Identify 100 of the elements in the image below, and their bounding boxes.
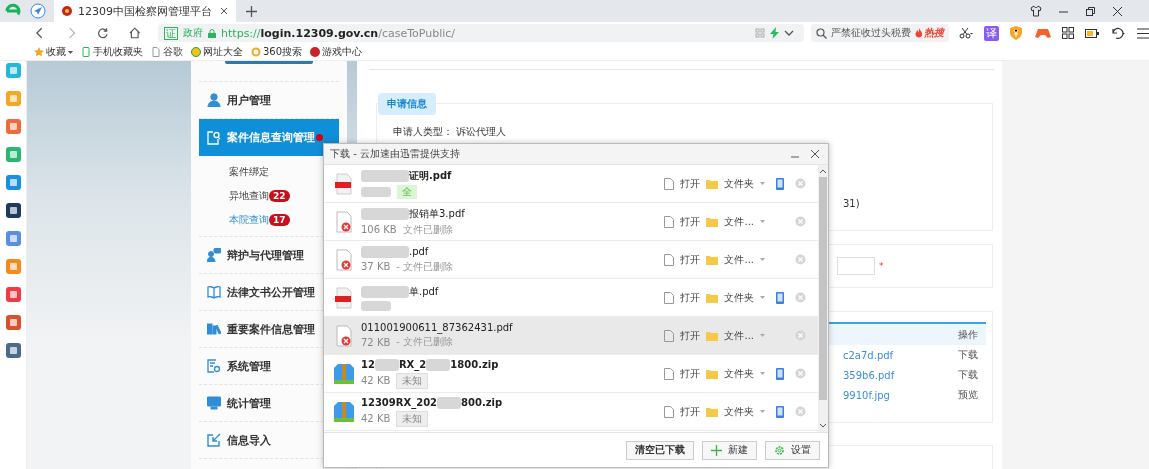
person-icon: [207, 93, 221, 107]
bookmark-link[interactable]: 游戏中心: [310, 45, 363, 59]
section-tag: 申请信息: [378, 93, 436, 115]
folder-link[interactable]: 文件...: [724, 252, 754, 267]
download-item[interactable]: 报销单3.pdf 106 KB 文件已删除 打开 文件...: [324, 203, 818, 241]
open-link[interactable]: 打开: [680, 404, 700, 419]
qr-code-icon[interactable]: [754, 28, 765, 38]
folder-link[interactable]: 文件夹: [724, 366, 754, 381]
clear-button[interactable]: 清空已下载: [626, 440, 694, 460]
bookmark-link[interactable]: 网址大全: [191, 45, 243, 59]
caret-icon[interactable]: [760, 296, 765, 299]
chat-person-icon: [207, 248, 221, 262]
bookmark-link[interactable]: 手机收藏夹: [81, 45, 143, 59]
download-item[interactable]: 单.pdf 打开 文件夹: [324, 279, 818, 317]
action-link[interactable]: 下载: [958, 368, 982, 382]
action-link[interactable]: 下载: [958, 348, 982, 362]
caret-icon[interactable]: [760, 372, 765, 375]
folder-icon: [706, 292, 718, 303]
caret-icon[interactable]: [760, 410, 765, 413]
browser-tab[interactable]: 12309中国检察网管理平台: [54, 0, 236, 22]
bookmark-link[interactable]: 收藏: [34, 45, 73, 59]
scissors-icon[interactable]: [958, 27, 973, 39]
document-icon: [664, 291, 674, 304]
folder-link[interactable]: 文件夹: [724, 290, 754, 305]
folder-link[interactable]: 文件...: [724, 328, 754, 343]
restore-icon[interactable]: [1085, 5, 1096, 17]
file-size: 72 KB: [361, 336, 391, 348]
address-bar[interactable]: 证 政府 https://login.12309.gov.cn/caseToPublic/: [158, 24, 804, 42]
bookmark-link[interactable]: 谷歌: [151, 45, 183, 59]
compass-icon[interactable]: [30, 3, 46, 19]
lock-icon: [208, 28, 217, 38]
open-link[interactable]: 打开: [680, 214, 701, 229]
document-icon: [664, 329, 675, 342]
download-item[interactable]: .pdf 37 KB - 文件已删除 打开 文件...: [324, 241, 818, 279]
folder-link[interactable]: 文件...: [724, 214, 754, 229]
open-link[interactable]: 打开: [680, 366, 700, 381]
page-icon: [151, 47, 161, 57]
app-shortcut-icon[interactable]: [5, 203, 21, 218]
game-controller-icon[interactable]: [1034, 27, 1051, 39]
folder-link[interactable]: 文件夹: [724, 404, 754, 419]
download-item[interactable]: 12309RX_202 800.zip 42 KB 未知 打开 文件夹: [324, 393, 818, 431]
file-name: 证明.pdf: [409, 168, 452, 183]
open-link[interactable]: 打开: [680, 290, 700, 305]
home-icon[interactable]: [128, 27, 141, 39]
download-item[interactable]: 证明.pdf 全 打开 文件夹: [324, 165, 818, 203]
close-icon[interactable]: [810, 149, 820, 159]
undo-icon[interactable]: [1109, 27, 1126, 39]
scrollbar-thumb[interactable]: [819, 177, 827, 400]
open-link[interactable]: 打开: [680, 252, 701, 267]
file-name: 12309RX_202: [361, 397, 438, 408]
bookmark-link[interactable]: 360搜索: [251, 45, 303, 59]
file-name: RX_2: [398, 359, 427, 370]
settings-button[interactable]: 设置: [765, 440, 820, 460]
caret-icon[interactable]: [760, 220, 765, 223]
partial-text: 31): [843, 198, 860, 209]
archive-icon: [334, 362, 354, 385]
redaction-blur: [361, 245, 409, 258]
caret-icon[interactable]: [760, 182, 765, 185]
shield-icon[interactable]: [1009, 26, 1024, 40]
download-item[interactable]: 12 RX_2 1800.zip 42 KB 未知 打开 文件夹: [324, 355, 818, 393]
archive-icon: [334, 400, 354, 423]
folder-link[interactable]: 文件夹: [724, 176, 754, 191]
caret-icon[interactable]: [760, 334, 765, 337]
grid-icon[interactable]: [1061, 27, 1074, 39]
open-link[interactable]: 打开: [680, 176, 700, 191]
phone-icon[interactable]: [776, 291, 784, 304]
phone-icon[interactable]: [776, 367, 784, 380]
action-link[interactable]: 预览: [958, 388, 982, 402]
search-icon: [815, 27, 827, 39]
open-link[interactable]: 打开: [680, 328, 701, 343]
scroll-down-icon[interactable]: [819, 423, 827, 429]
chevron-down-icon[interactable]: [783, 29, 794, 37]
shirt-icon[interactable]: [1030, 5, 1042, 17]
translate-button[interactable]: 译: [983, 25, 999, 41]
input-field[interactable]: [837, 257, 875, 275]
file-name: 1800.zip: [450, 359, 499, 370]
redaction-blur: [361, 186, 391, 197]
caret-icon: [68, 50, 73, 54]
redaction-blur: [437, 396, 462, 409]
required-mark: *: [879, 261, 884, 271]
menu-icon[interactable]: [1136, 27, 1149, 39]
folder-icon: [706, 178, 718, 189]
new-download-button[interactable]: 新建: [702, 440, 757, 460]
battery-icon[interactable]: [1084, 28, 1099, 38]
download-item[interactable]: 011001900611_87362431.pdf 72 KB - 文件已删除 打开 文件...: [324, 317, 818, 355]
app-shortcut-icon[interactable]: [5, 343, 21, 358]
book-icon: [207, 285, 221, 299]
close-icon[interactable]: [1112, 5, 1123, 17]
redaction-blur: [361, 169, 409, 182]
search-field[interactable]: 严禁征收过头税费 热搜: [810, 24, 949, 42]
phone-icon[interactable]: [776, 405, 784, 418]
reload-icon[interactable]: [97, 27, 109, 39]
folder-icon: [706, 406, 718, 417]
new-tab-icon[interactable]: [246, 5, 257, 17]
document-icon: [664, 253, 675, 266]
scroll-up-icon[interactable]: [819, 168, 827, 174]
caret-icon[interactable]: [760, 258, 765, 261]
file-name: 12: [361, 359, 375, 370]
phone-icon[interactable]: [776, 177, 784, 190]
close-icon[interactable]: [220, 7, 228, 15]
